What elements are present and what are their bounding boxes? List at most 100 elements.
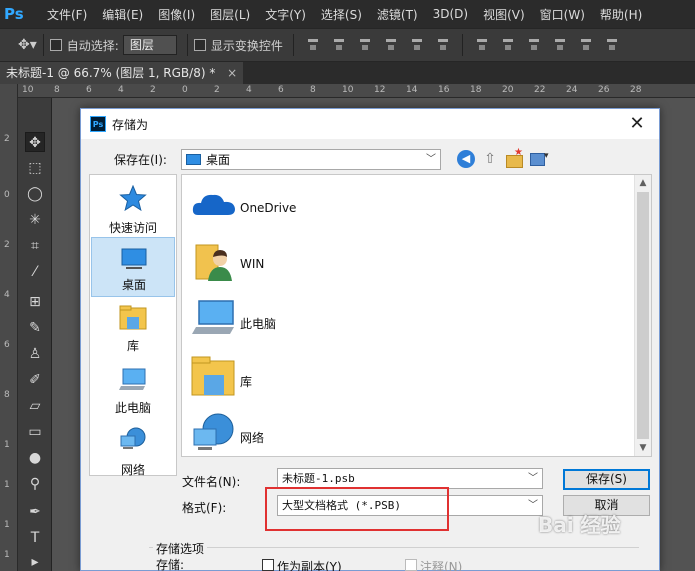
align-vcenter-icon[interactable]	[332, 38, 346, 52]
place-label: 库	[126, 339, 139, 353]
computer-icon	[192, 300, 234, 334]
path-select-tool-icon[interactable]: ▸	[25, 552, 45, 571]
file-label: OneDrive	[240, 201, 297, 215]
distribute-vcenter-icon[interactable]	[501, 38, 515, 52]
chevron-down-icon[interactable]: ﹀	[528, 469, 538, 488]
scroll-thumb[interactable]	[637, 192, 649, 439]
list-item[interactable]: WIN	[188, 239, 628, 289]
brush-tool-icon[interactable]: ✎	[25, 318, 45, 338]
scroll-down-icon[interactable]: ▼	[635, 440, 651, 456]
distribute-hcenter-icon[interactable]	[579, 38, 593, 52]
save-options-group	[149, 547, 639, 571]
close-tab-icon[interactable]: ×	[227, 66, 237, 80]
ruler-tick: 12	[374, 85, 386, 95]
back-icon[interactable]: ◀	[457, 150, 475, 168]
list-item[interactable]: 网络	[188, 411, 628, 456]
stamp-tool-icon[interactable]: ♙	[25, 344, 45, 364]
library-icon	[119, 305, 147, 330]
list-item[interactable]: OneDrive	[188, 183, 628, 233]
ruler-tick: 2	[150, 85, 156, 95]
options-divider	[42, 34, 44, 56]
menu-3d[interactable]: 3D(D)	[433, 7, 468, 21]
document-tab[interactable]: 未标题-1 @ 66.7% (图层 1, RGB/8) * ×	[0, 62, 244, 84]
options-divider	[186, 34, 188, 56]
baidu-watermark: Bai 经验	[538, 513, 621, 537]
place-label: 快速访问	[108, 221, 157, 235]
vertical-scrollbar[interactable]: ▲ ▼	[634, 175, 651, 456]
save-in-dropdown[interactable]: 桌面 ﹀	[181, 149, 441, 170]
network-icon	[193, 413, 234, 450]
scroll-up-icon[interactable]: ▲	[635, 175, 651, 191]
ruler-tick: 20	[502, 85, 514, 95]
ruler-tick: 6	[278, 85, 284, 95]
ruler-tick: 8	[310, 85, 316, 95]
align-left-icon[interactable]	[384, 38, 398, 52]
pen-tool-icon[interactable]: ✒	[25, 502, 45, 522]
close-button[interactable]: ✕	[627, 114, 647, 134]
chevron-down-icon: ﹀	[426, 154, 436, 165]
show-transform-checkbox[interactable]	[193, 39, 206, 51]
align-bottom-icon[interactable]	[358, 38, 372, 52]
move-tool-icon[interactable]: ✥▾	[18, 37, 37, 53]
ruler-tick: 26	[598, 85, 610, 95]
chevron-down-icon: ﹀	[528, 500, 538, 511]
place-this-pc[interactable]: 此电脑	[91, 363, 175, 423]
save-button[interactable]: 保存(S)	[563, 469, 650, 490]
ruler-tick: 1	[4, 440, 10, 450]
document-tab-title: 未标题-1 @ 66.7% (图层 1, RGB/8) *	[6, 66, 216, 80]
distribute-bottom-icon[interactable]	[527, 38, 541, 52]
place-desktop[interactable]: 桌面	[91, 237, 175, 297]
eraser-tool-icon[interactable]: ▱	[25, 396, 45, 416]
magic-wand-tool-icon[interactable]: ✳	[25, 210, 45, 230]
distribute-right-icon[interactable]	[605, 38, 619, 52]
place-quick-access[interactable]: 快速访问	[91, 179, 175, 239]
place-network[interactable]: 网络	[91, 425, 175, 485]
type-tool-icon[interactable]: T	[25, 528, 45, 548]
menu-window[interactable]: 窗口(W)	[540, 6, 585, 23]
dialog-titlebar[interactable]: Ps 存储为 ✕	[81, 109, 659, 139]
menu-bar: Ps 文件(F) 编辑(E) 图像(I) 图层(L) 文字(Y) 选择(S) 滤…	[0, 0, 695, 28]
auto-select-checkbox[interactable]	[49, 39, 62, 51]
view-menu-icon[interactable]	[529, 150, 549, 168]
menu-layer[interactable]: 图层(L)	[210, 6, 250, 23]
marquee-tool-icon[interactable]: ⬚	[25, 158, 45, 178]
filename-input[interactable]: 未标题-1.psb ﹀	[277, 468, 543, 489]
move-tool-icon[interactable]: ✥	[25, 132, 45, 152]
lasso-tool-icon[interactable]: ◯	[25, 184, 45, 204]
place-library[interactable]: 库	[91, 301, 175, 361]
place-label: 此电脑	[114, 401, 151, 415]
history-brush-tool-icon[interactable]: ✐	[25, 370, 45, 390]
blur-tool-icon[interactable]: ●	[25, 448, 45, 468]
horizontal-ruler: 10 8 6 4 2 0 2 4 6 8 10 12 14 16 18 20 2…	[18, 84, 695, 98]
auto-select-dropdown[interactable]: 图层	[122, 35, 177, 55]
list-item[interactable]: 库	[188, 355, 628, 405]
align-right-icon[interactable]	[436, 38, 450, 52]
align-hcenter-icon[interactable]	[410, 38, 424, 52]
distribute-left-icon[interactable]	[553, 38, 567, 52]
menu-help[interactable]: 帮助(H)	[600, 6, 642, 23]
ruler-tick: 18	[470, 85, 482, 95]
menu-view[interactable]: 视图(V)	[483, 6, 525, 23]
menu-file[interactable]: 文件(F)	[47, 6, 87, 23]
list-item[interactable]: 此电脑	[188, 297, 628, 347]
align-top-icon[interactable]	[306, 38, 320, 52]
menu-type[interactable]: 文字(Y)	[265, 6, 306, 23]
ruler-tick: 16	[438, 85, 450, 95]
eyedropper-tool-icon[interactable]: ⁄	[25, 262, 45, 282]
healing-tool-icon[interactable]: ⊞	[25, 292, 45, 312]
options-divider	[461, 34, 463, 56]
place-label: 桌面	[121, 278, 146, 292]
gradient-tool-icon[interactable]: ▭	[25, 422, 45, 442]
menu-edit[interactable]: 编辑(E)	[102, 6, 143, 23]
as-copy-checkbox[interactable]	[262, 559, 274, 571]
menu-filter[interactable]: 滤镜(T)	[377, 6, 418, 23]
distribute-top-icon[interactable]	[475, 38, 489, 52]
menu-select[interactable]: 选择(S)	[321, 6, 362, 23]
up-folder-icon[interactable]: ⇧	[481, 150, 499, 168]
ruler-tick: 2	[214, 85, 220, 95]
ruler-tick: 1	[4, 480, 10, 490]
menu-image[interactable]: 图像(I)	[158, 6, 195, 23]
dodge-tool-icon[interactable]: ⚲	[25, 474, 45, 494]
crop-tool-icon[interactable]: ⌗	[25, 236, 45, 256]
new-folder-icon[interactable]	[505, 147, 523, 168]
